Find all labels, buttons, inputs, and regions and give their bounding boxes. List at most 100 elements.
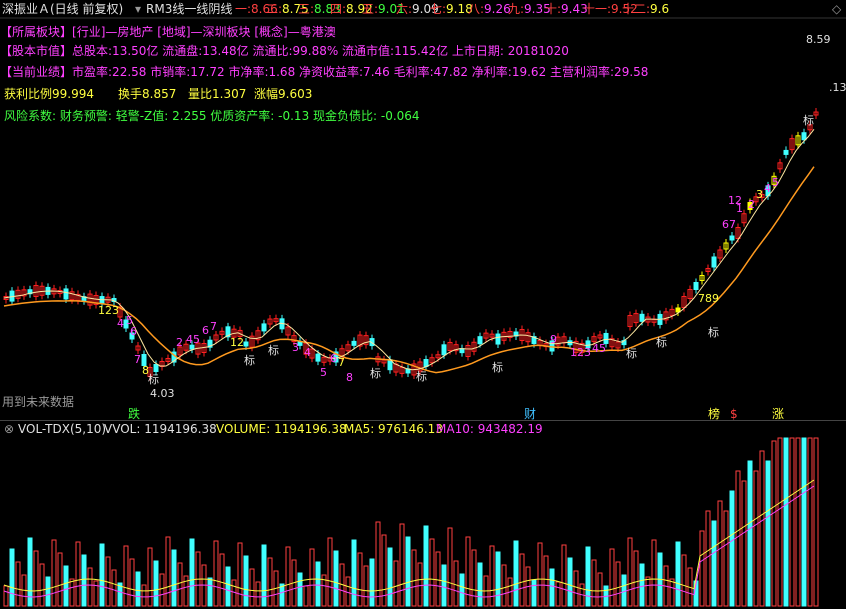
volume-bar bbox=[375, 521, 381, 607]
biao-marker: 标 bbox=[268, 343, 279, 357]
volume-bar bbox=[735, 470, 741, 607]
volume-bar bbox=[465, 536, 471, 607]
right-price-label: .13 bbox=[829, 81, 846, 94]
signal-number: 7 bbox=[338, 356, 345, 369]
die-marker: 跌 bbox=[128, 406, 140, 421]
capital-info: 【股本市值】总股本:13.50亿 流通盘:13.48亿 流通比:99.88% 流… bbox=[0, 44, 569, 58]
volume-bar bbox=[753, 470, 759, 607]
signal-number: 2 bbox=[748, 198, 755, 211]
volume-bar bbox=[717, 500, 723, 607]
volume-bar bbox=[435, 551, 441, 607]
volume-bar bbox=[141, 584, 147, 607]
risk-info: 风险系数: 财务预警: 轻警-Z值: 2.255 优质资产率: -0.13 现金… bbox=[4, 109, 420, 123]
signal-number: 3 bbox=[292, 341, 299, 354]
volume-bar bbox=[591, 559, 597, 607]
volume-bar bbox=[549, 568, 555, 607]
signal-number: 5 bbox=[772, 176, 779, 189]
volume-bar bbox=[237, 542, 243, 607]
signal-number: 123 bbox=[98, 304, 119, 317]
volume-bar bbox=[369, 558, 375, 607]
low-price-label: 4.03 bbox=[150, 387, 175, 400]
volume-bar bbox=[93, 580, 99, 607]
signal-number: 8 bbox=[142, 364, 149, 377]
candle bbox=[315, 353, 321, 362]
volume-bar bbox=[429, 538, 435, 607]
profit-ratio: 获利比例99.994 bbox=[4, 87, 94, 101]
volume-bar bbox=[459, 573, 465, 607]
volume-bar bbox=[363, 565, 369, 607]
signal-number: 5 bbox=[320, 366, 327, 379]
volume-bar bbox=[57, 552, 63, 607]
volume-bar bbox=[351, 539, 357, 607]
volume-bar bbox=[711, 520, 717, 607]
volume-bar bbox=[405, 536, 411, 607]
stock-title[interactable]: 深振业Ａ(日线 前复权) bbox=[2, 1, 123, 17]
signal-number: 6 bbox=[130, 325, 137, 338]
candle bbox=[729, 235, 735, 241]
volume-bar bbox=[543, 555, 549, 607]
volume-bar bbox=[669, 578, 675, 607]
volume-header: ⊗ VOL-TDX(5,10) VVOL: 1194196.38 VOLUME:… bbox=[0, 420, 846, 437]
change-pct: 涨幅9.603 bbox=[254, 87, 313, 101]
volume-bar bbox=[597, 572, 603, 607]
volume-bar bbox=[561, 544, 567, 607]
biao-marker: 标 bbox=[416, 369, 427, 383]
volume-bar bbox=[705, 510, 711, 607]
volume-bar bbox=[75, 541, 81, 607]
volume-bar bbox=[555, 581, 561, 607]
vvol-value: VVOL: 1194196.38 bbox=[104, 422, 217, 436]
formula-name[interactable]: RM3线一线阴线 bbox=[146, 1, 232, 17]
volume-bar bbox=[3, 585, 9, 607]
biao-marker: 标 bbox=[492, 360, 503, 374]
volume-bar bbox=[765, 460, 771, 607]
volume-bar bbox=[63, 565, 69, 607]
volume-bar bbox=[477, 562, 483, 607]
volume-bar bbox=[189, 538, 195, 607]
volume-bar bbox=[159, 573, 165, 607]
volume-bar bbox=[9, 548, 15, 607]
volume-bar bbox=[165, 536, 171, 607]
volume-bar bbox=[741, 480, 747, 607]
candle bbox=[261, 323, 267, 332]
price-level: 十二:9.6 bbox=[622, 2, 670, 16]
signal-number: 4 bbox=[764, 182, 771, 195]
volume-bar bbox=[519, 553, 525, 607]
biao-marker: 标 bbox=[148, 372, 159, 386]
volume-bar bbox=[51, 539, 57, 607]
ma-short-line bbox=[3, 128, 815, 371]
volume-bar bbox=[573, 570, 579, 607]
ma10-value: MA10: 943482.19 bbox=[436, 422, 543, 436]
volume-bar bbox=[225, 566, 231, 607]
signal-number: 45 bbox=[592, 342, 606, 355]
indicator-close-icon[interactable]: ⊗ bbox=[4, 422, 14, 436]
signal-number: 123 bbox=[570, 346, 591, 359]
volume-bar bbox=[729, 490, 735, 607]
signal-number: 8 bbox=[346, 371, 353, 384]
volume-indicator-name[interactable]: VOL-TDX(5,10) bbox=[18, 422, 106, 436]
volume-bar bbox=[15, 561, 21, 607]
volume-bar bbox=[285, 546, 291, 607]
volume-bar bbox=[399, 523, 405, 607]
volume-bar bbox=[441, 564, 447, 607]
volume-bar bbox=[723, 510, 729, 607]
signal-number: 45 bbox=[186, 333, 200, 346]
volume-bar bbox=[453, 560, 459, 607]
volume-bar bbox=[33, 550, 39, 607]
volume-bar bbox=[501, 564, 507, 607]
volume-bar bbox=[111, 569, 117, 607]
volume-bar bbox=[327, 537, 333, 607]
volume-bar bbox=[129, 558, 135, 607]
diamond-icon[interactable]: ◇ bbox=[832, 1, 841, 17]
formula-dropdown-icon[interactable]: ▾ bbox=[135, 1, 141, 17]
volume-bar bbox=[249, 568, 255, 607]
volume-bar bbox=[681, 554, 687, 607]
candle bbox=[63, 288, 69, 300]
signal-number: 6 bbox=[202, 324, 209, 337]
volume-bar bbox=[567, 557, 573, 607]
title-bar: 深振业Ａ(日线 前复权) ▾ RM3线一线阴线 一:8.66 二:8.75 三:8.… bbox=[0, 0, 846, 18]
signal-number: 67 bbox=[722, 218, 736, 231]
biao-marker: 标 bbox=[708, 325, 719, 339]
volume-bar bbox=[513, 540, 519, 607]
candle bbox=[639, 313, 645, 322]
ma5-value: MA5: 976146.13 bbox=[344, 422, 443, 436]
